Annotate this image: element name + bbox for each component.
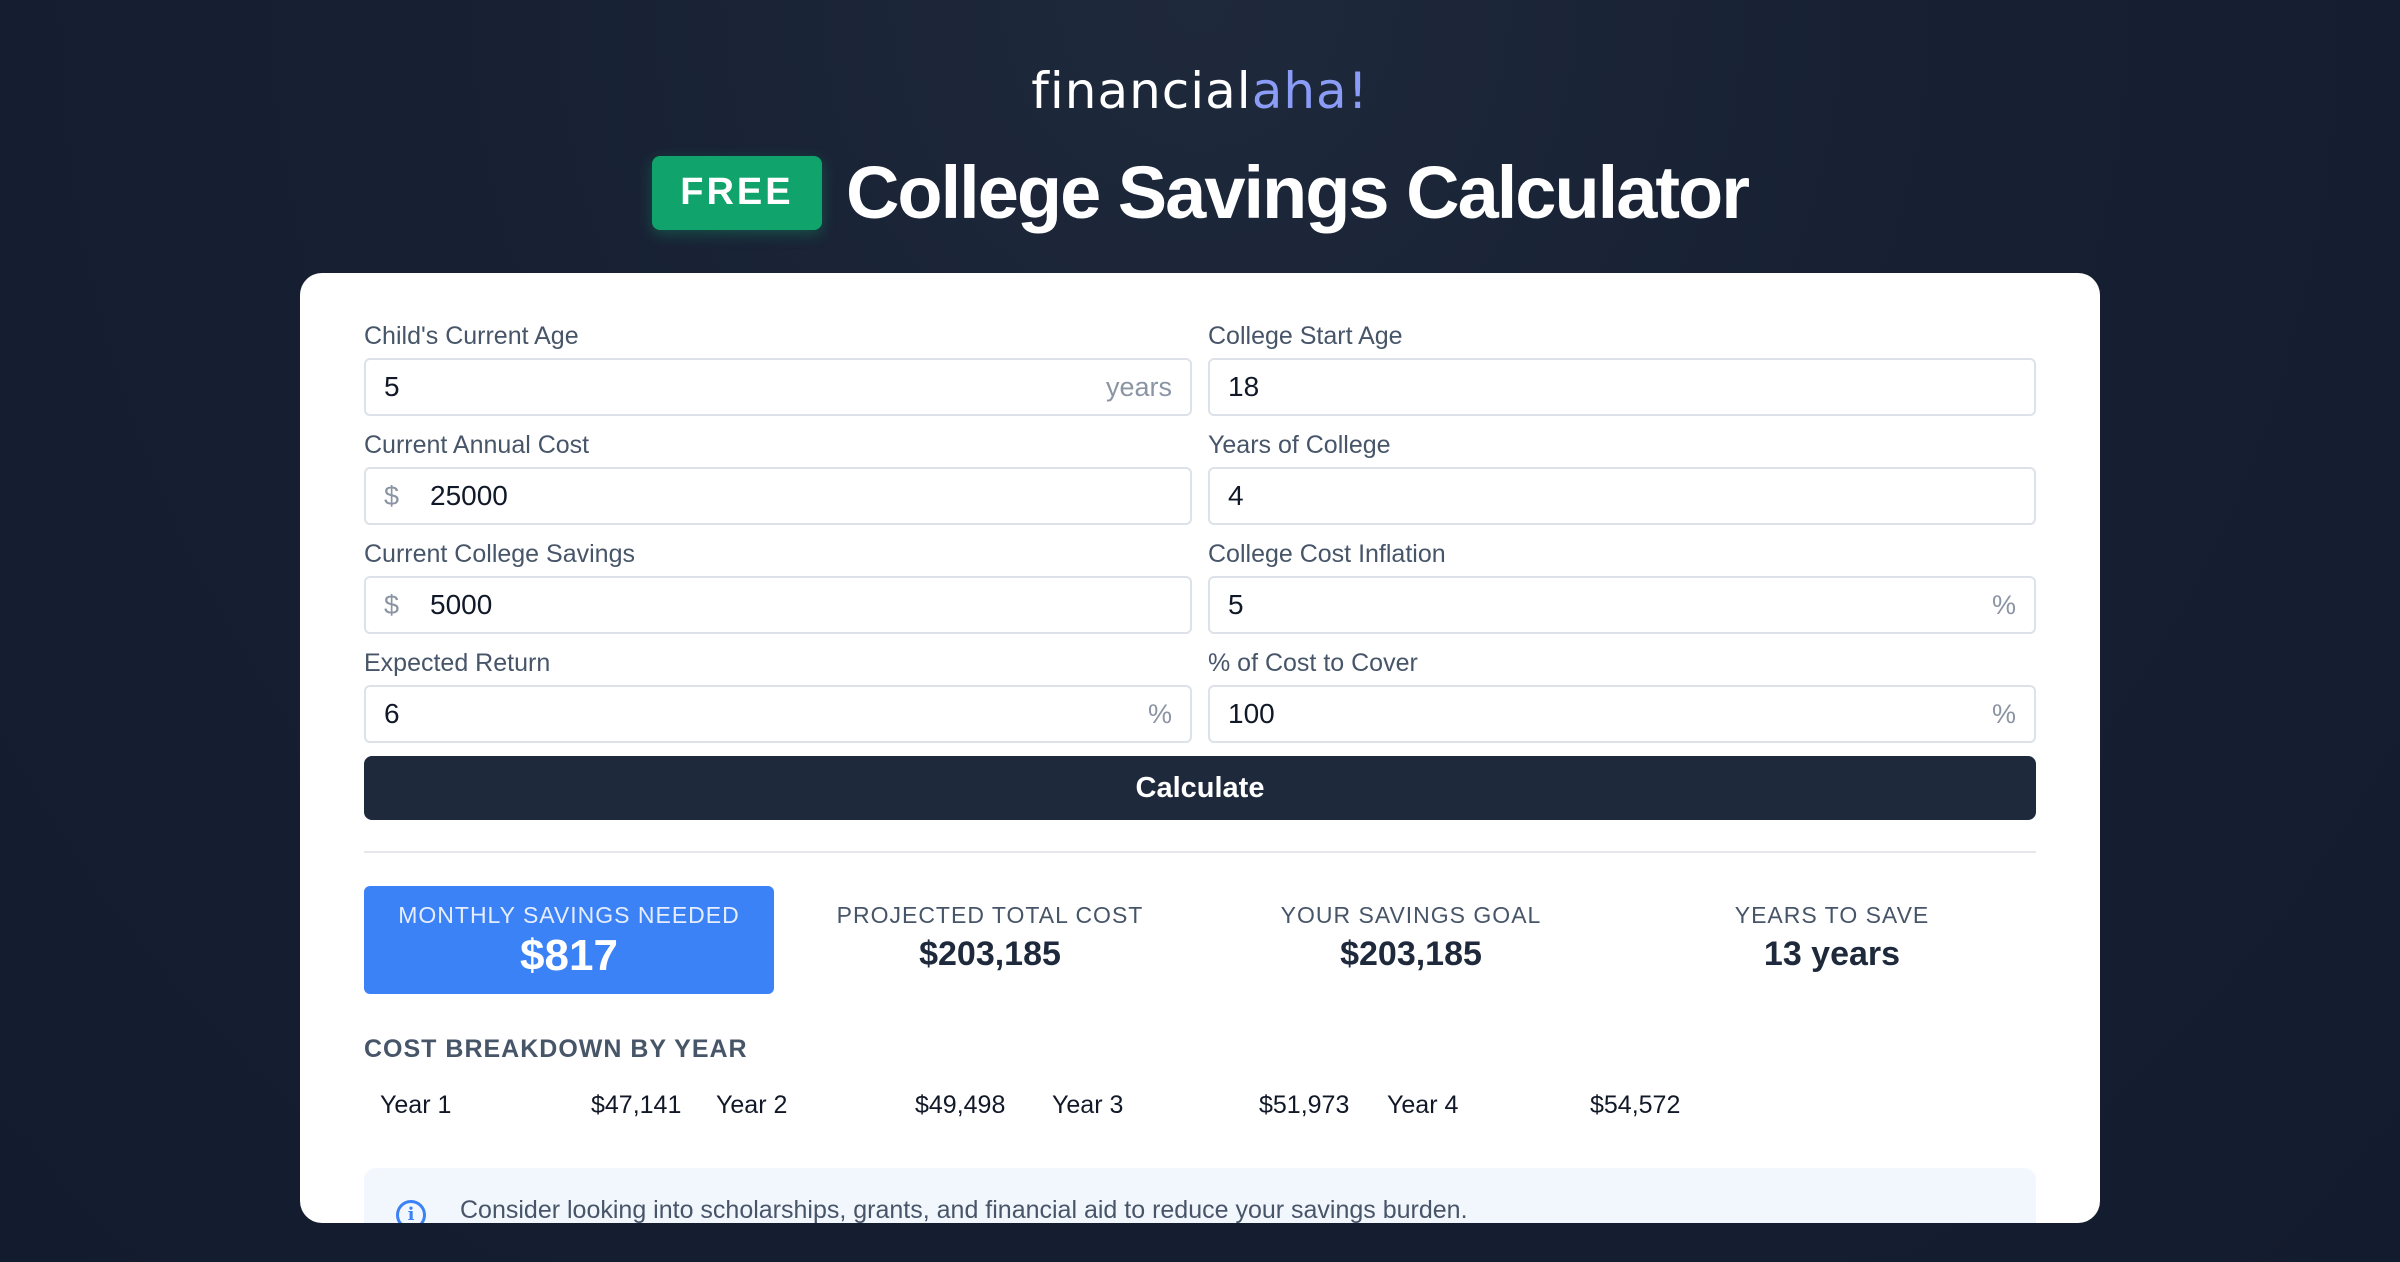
title-row: FREE College Savings Calculator [0,150,2400,235]
savings-input-wrap: $ [364,576,1192,634]
child-age-input[interactable] [366,360,1190,414]
total-cost-stat: PROJECTED TOTAL COST $203,185 [785,886,1195,994]
return-input-wrap: % [364,685,1192,743]
years-to-save-stat: YEARS TO SAVE 13 years [1627,886,2037,994]
years-suffix: years [1105,372,1172,402]
savings-label: Current College Savings [364,540,635,568]
child-age-field: Child's Current Age years [364,320,1192,416]
child-age-label: Child's Current Age [364,322,579,350]
years-college-field: Years of College [1208,429,2036,525]
cover-input-wrap: % [1208,685,2036,743]
return-label: Expected Return [364,649,551,677]
inflation-label: College Cost Inflation [1208,540,1446,568]
start-age-input[interactable] [1210,360,2034,414]
savings-field: Current College Savings $ [364,538,1192,634]
savings-goal-value: $203,185 [1340,935,1482,973]
savings-goal-label: YOUR SAVINGS GOAL [1280,902,1542,928]
percent-suffix: % [1991,699,2016,729]
start-age-label: College Start Age [1208,322,1403,350]
brand-logo: financialaha! [0,62,2400,120]
cover-input[interactable] [1210,687,2034,741]
percent-suffix: % [1147,699,1172,729]
years-college-label: Years of College [1208,431,1391,459]
percent-suffix: % [1991,590,2016,620]
monthly-savings-stat: MONTHLY SAVINGS NEEDED $817 [364,886,774,994]
inflation-input[interactable] [1210,578,2034,632]
calculator-card: Child's Current Age years College Start … [300,273,2100,1223]
free-badge: FREE [651,155,822,230]
brand-logo-part2: aha! [1251,62,1369,120]
years-to-save-value: 13 years [1763,935,1901,973]
divider [364,851,2036,853]
year-1-value: $47,141 [591,1091,682,1119]
dollar-prefix: $ [384,481,400,511]
year-2-label: Year 2 [716,1091,788,1119]
savings-input[interactable] [366,578,1190,632]
start-age-input-wrap [1208,358,2036,416]
monthly-savings-value: $817 [520,931,618,980]
annual-cost-input-wrap: $ [364,467,1192,525]
breakdown-title: COST BREAKDOWN BY YEAR [364,1035,748,1063]
inflation-field: College Cost Inflation % [1208,538,2036,634]
year-4-value: $54,572 [1590,1091,1681,1119]
savings-goal-stat: YOUR SAVINGS GOAL $203,185 [1206,886,1616,994]
annual-cost-input[interactable] [366,469,1190,523]
years-to-save-label: YEARS TO SAVE [1734,902,1930,928]
monthly-savings-label: MONTHLY SAVINGS NEEDED [398,902,740,928]
tip-text: Consider looking into scholarships, gran… [460,1196,1468,1223]
years-college-input[interactable] [1210,469,2034,523]
years-college-input-wrap [1208,467,2036,525]
year-3-label: Year 3 [1052,1091,1124,1119]
annual-cost-field: Current Annual Cost $ [364,429,1192,525]
calculate-button[interactable]: Calculate [364,756,2036,820]
annual-cost-label: Current Annual Cost [364,431,590,459]
inflation-input-wrap: % [1208,576,2036,634]
start-age-field: College Start Age [1208,320,2036,416]
dollar-prefix: $ [384,590,400,620]
brand-logo-part1: financial [1031,62,1252,120]
year-3-value: $51,973 [1259,1091,1350,1119]
cover-field: % of Cost to Cover % [1208,647,2036,743]
return-field: Expected Return % [364,647,1192,743]
total-cost-value: $203,185 [919,935,1061,973]
info-icon: i [396,1200,426,1223]
year-4-label: Year 4 [1387,1091,1459,1119]
breakdown-row: Year 1 $47,141 Year 2 $49,498 Year 3 $51… [364,1085,1764,1125]
info-tip: i Consider looking into scholarships, gr… [364,1168,2036,1223]
year-2-value: $49,498 [915,1091,1006,1119]
total-cost-label: PROJECTED TOTAL COST [836,902,1144,928]
year-1-label: Year 1 [380,1091,452,1119]
child-age-input-wrap: years [364,358,1192,416]
return-input[interactable] [366,687,1190,741]
page-title: College Savings Calculator [845,151,1750,234]
cover-label: % of Cost to Cover [1208,649,1418,677]
